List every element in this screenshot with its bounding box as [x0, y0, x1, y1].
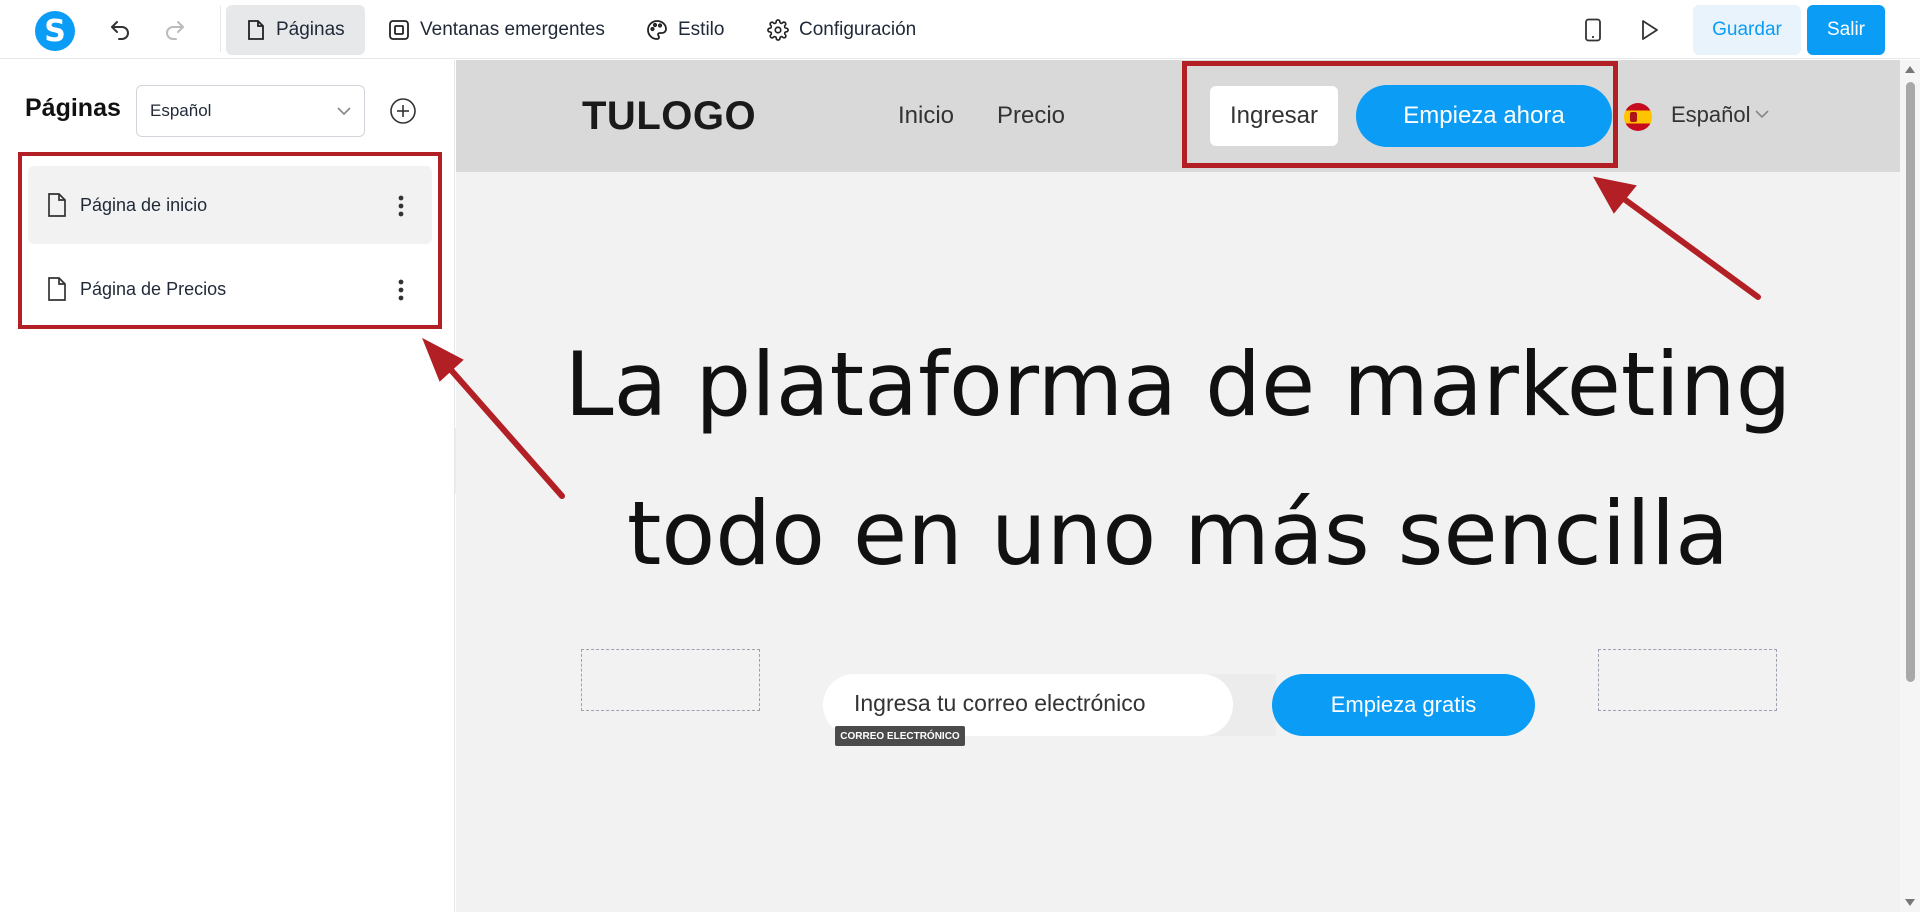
panel-title: Páginas — [25, 94, 121, 122]
hero-title: La plataforma de marketing todo en uno m… — [456, 310, 1900, 608]
hero-title-line: La plataforma de marketing — [564, 333, 1792, 436]
list-item[interactable]: Página de inicio — [28, 166, 432, 244]
palette-icon — [647, 20, 667, 40]
app-logo[interactable]: S — [35, 11, 75, 51]
site-logo[interactable]: TULOGO — [582, 94, 756, 139]
page-list: Página de inicio Página de Precios — [18, 152, 442, 329]
site-nav-link[interactable]: Precio — [997, 102, 1065, 130]
gear-icon — [767, 19, 789, 41]
empty-placeholder-block[interactable] — [1598, 649, 1777, 711]
scrollbar-thumb[interactable] — [1906, 82, 1915, 682]
tab-pages[interactable]: Páginas — [226, 5, 365, 55]
pages-panel: Páginas Español Página de inicio Página … — [0, 60, 455, 912]
tab-settings-label: Configuración — [799, 19, 917, 40]
email-field-tag: CORREO ELECTRÓNICO — [835, 726, 965, 746]
site-nav-link[interactable]: Inicio — [898, 102, 954, 130]
tab-popups-label: Ventanas emergentes — [420, 19, 605, 40]
page-item-label: Página de Precios — [80, 278, 227, 299]
email-field[interactable] — [854, 690, 1214, 717]
page-icon — [48, 277, 66, 301]
mobile-preview-icon[interactable] — [1577, 14, 1609, 46]
plus-circle-icon — [390, 98, 416, 124]
get-started-button[interactable]: Empieza ahora — [1356, 85, 1612, 147]
vertical-scrollbar[interactable] — [1900, 60, 1920, 912]
site-language-label[interactable]: Español — [1671, 102, 1751, 128]
add-page-button[interactable] — [389, 97, 417, 125]
empty-placeholder-block[interactable] — [581, 649, 760, 711]
popup-icon — [389, 20, 409, 40]
login-button[interactable]: Ingresar — [1210, 86, 1338, 146]
tab-settings[interactable]: Configuración — [747, 5, 936, 55]
chevron-down-icon[interactable] — [1755, 110, 1769, 119]
tab-style-label: Estilo — [678, 19, 725, 40]
more-options-icon[interactable] — [398, 195, 404, 217]
scroll-up-arrow-icon[interactable] — [1905, 66, 1915, 73]
exit-button[interactable]: Salir — [1807, 5, 1885, 55]
save-button[interactable]: Guardar — [1693, 5, 1801, 55]
language-select[interactable]: Español — [136, 85, 365, 137]
page-icon — [248, 20, 264, 40]
redo-icon[interactable] — [159, 14, 191, 46]
page-icon — [48, 193, 66, 217]
site-header: TULOGO Inicio Precio Ingresar Empieza ah… — [456, 60, 1900, 172]
hero-title-line: todo en uno más sencilla — [626, 482, 1730, 585]
spain-flag-icon — [1624, 103, 1652, 131]
page-item-label: Página de inicio — [80, 194, 208, 215]
toolbar-divider — [220, 6, 221, 52]
play-preview-icon[interactable] — [1633, 14, 1665, 46]
top-toolbar: S Páginas Ventanas emergentes Estilo Con… — [0, 0, 1920, 59]
language-select-value: Español — [150, 101, 212, 120]
tab-style[interactable]: Estilo — [626, 5, 744, 55]
signup-button[interactable]: Empieza gratis — [1272, 674, 1535, 736]
undo-icon[interactable] — [104, 14, 136, 46]
tab-pages-label: Páginas — [276, 19, 345, 40]
tab-popups[interactable]: Ventanas emergentes — [368, 5, 625, 55]
page-preview: TULOGO Inicio Precio Ingresar Empieza ah… — [456, 60, 1900, 912]
more-options-icon[interactable] — [398, 279, 404, 301]
scroll-down-arrow-icon[interactable] — [1905, 899, 1915, 906]
list-item[interactable]: Página de Precios — [28, 250, 432, 328]
chevron-down-icon — [337, 106, 351, 115]
